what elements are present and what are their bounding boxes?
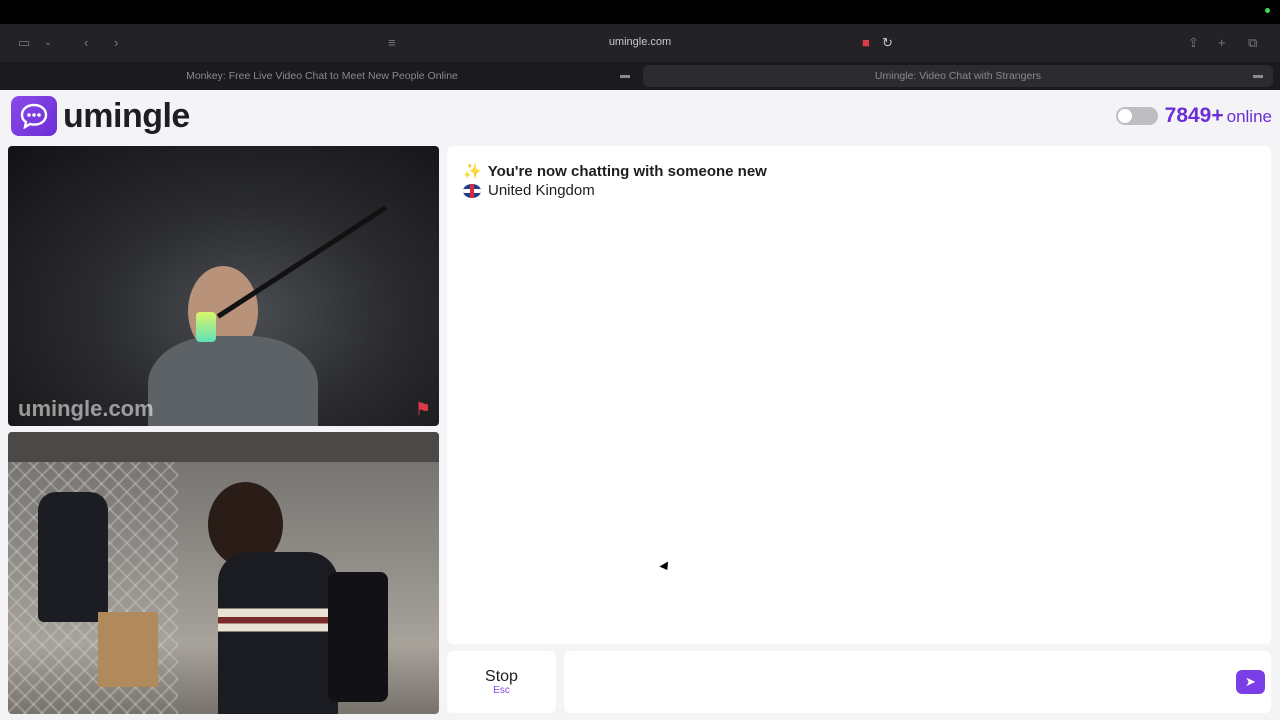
online-label: online: [1226, 107, 1272, 126]
chat-bubble-logo-icon: [11, 96, 57, 136]
sidebar-icon[interactable]: ▭: [18, 35, 30, 51]
report-flag-icon[interactable]: ⚑: [415, 399, 431, 420]
sparkle-icon: ✨: [463, 163, 482, 180]
toggle-knob: [1117, 109, 1132, 123]
stop-button[interactable]: Stop Esc: [447, 651, 556, 713]
tab-umingle[interactable]: Umingle: Video Chat with Strangers ▬: [643, 65, 1273, 87]
online-status: 7849+ online: [1115, 104, 1272, 128]
reload-icon[interactable]: ↻: [882, 35, 893, 51]
camera-indicator-dot: [1265, 8, 1270, 13]
tab-title: Umingle: Video Chat with Strangers: [874, 70, 1042, 82]
watermark: umingle.com: [18, 396, 154, 421]
chat-panel: ✨ You're now chatting with someone new Un…: [447, 146, 1271, 644]
tab-bar: Monkey: Free Live Video Chat to Meet New…: [0, 62, 1280, 90]
country-text: United Kingdom: [488, 182, 595, 199]
back-icon[interactable]: ‹: [84, 35, 88, 51]
address-bar[interactable]: umingle.com: [560, 36, 720, 48]
theme-toggle[interactable]: [1115, 107, 1158, 125]
tab-title: Monkey: Free Live Video Chat to Meet New…: [186, 70, 458, 82]
chat-status-text: You're now chatting with someone new: [487, 163, 767, 180]
chat-status-line: ✨ You're now chatting with someone new: [463, 162, 767, 180]
camera-icon: ▬: [620, 70, 630, 81]
camera-icon: ▬: [1253, 70, 1263, 81]
local-video: [8, 432, 439, 714]
system-top-bar: [0, 0, 1280, 24]
brand-name: umingle: [63, 96, 190, 135]
remote-person-body: [148, 336, 318, 426]
chevron-down-icon[interactable]: ⌄: [44, 35, 52, 51]
chair: [328, 572, 388, 702]
stop-shortcut: Esc: [493, 685, 510, 696]
ceiling: [8, 432, 439, 462]
tab-overview-icon[interactable]: ⧉: [1248, 35, 1257, 51]
page: umingle 7849+ online umingle.com ⚑ ✨ You'…: [0, 90, 1280, 720]
forward-icon[interactable]: ›: [114, 35, 118, 51]
stop-label: Stop: [485, 668, 518, 685]
camera-recording-icon[interactable]: ■: [862, 35, 870, 51]
mic-boom-arm: [216, 205, 388, 319]
new-tab-icon[interactable]: +: [1218, 35, 1226, 51]
brand[interactable]: umingle: [11, 96, 190, 136]
send-icon[interactable]: ➤: [1236, 670, 1265, 694]
local-person-body: [218, 552, 338, 714]
microphone-light: [196, 312, 216, 342]
reader-icon[interactable]: ≡: [388, 35, 396, 51]
share-icon[interactable]: ⇪: [1188, 35, 1199, 51]
remote-video: umingle.com ⚑: [8, 146, 439, 426]
chat-country-line: United Kingdom: [463, 182, 595, 199]
online-count: 7849+: [1164, 104, 1224, 127]
tab-monkey[interactable]: Monkey: Free Live Video Chat to Meet New…: [6, 65, 638, 87]
message-input[interactable]: [564, 651, 1271, 713]
uk-flag-icon: [463, 183, 481, 198]
browser-toolbar: ▭ ⌄ ‹ › ≡ umingle.com ■ ↻ ⇪ + ⧉: [0, 24, 1280, 62]
hanging-jacket: [38, 492, 108, 622]
cardboard-box: [98, 612, 158, 687]
